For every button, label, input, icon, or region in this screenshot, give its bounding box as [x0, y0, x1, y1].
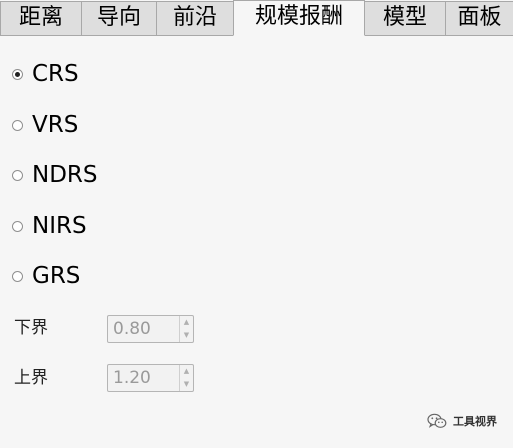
- radio-option-crs[interactable]: CRS: [12, 58, 79, 90]
- tab-frontier[interactable]: 前沿: [156, 1, 234, 35]
- wechat-icon: [427, 413, 447, 429]
- chevron-down-icon[interactable]: ▼: [180, 378, 193, 391]
- tab-distance[interactable]: 距离: [0, 1, 82, 35]
- chevron-down-icon[interactable]: ▼: [180, 329, 193, 342]
- tab-model[interactable]: 模型: [364, 1, 446, 35]
- watermark-text: 工具视界: [453, 415, 497, 428]
- radio-label-grs: GRS: [32, 263, 81, 289]
- radio-button-vrs[interactable]: [12, 119, 23, 131]
- lower-bound-spinbox[interactable]: ▲ ▼: [107, 315, 194, 343]
- upper-bound-label: 上界: [14, 368, 48, 388]
- radio-option-nirs[interactable]: NIRS: [12, 210, 87, 242]
- radio-option-vrs[interactable]: VRS: [12, 109, 78, 141]
- watermark: 工具视界: [427, 413, 497, 429]
- upper-bound-stepper[interactable]: ▲ ▼: [179, 365, 193, 391]
- tab-panel[interactable]: 面板: [445, 1, 513, 35]
- tab-bar: 距离 导向 前沿 规模报酬 模型 面板: [0, 0, 513, 36]
- radio-option-ndrs[interactable]: NDRS: [12, 159, 98, 191]
- radio-button-ndrs[interactable]: [12, 169, 23, 181]
- lower-bound-input[interactable]: [108, 316, 178, 342]
- radio-button-nirs[interactable]: [12, 220, 23, 232]
- tab-returns-to-scale[interactable]: 规模报酬: [233, 0, 365, 36]
- radio-label-crs: CRS: [32, 61, 79, 87]
- chevron-up-icon[interactable]: ▲: [180, 365, 193, 378]
- radio-button-grs[interactable]: [12, 270, 23, 282]
- upper-bound-input[interactable]: [108, 365, 178, 391]
- radio-label-vrs: VRS: [32, 112, 79, 138]
- tab-orientation[interactable]: 导向: [81, 1, 157, 35]
- radio-label-nirs: NIRS: [32, 213, 87, 239]
- radio-option-grs[interactable]: GRS: [12, 260, 80, 292]
- lower-bound-stepper[interactable]: ▲ ▼: [179, 316, 193, 342]
- radio-button-crs[interactable]: [12, 68, 23, 80]
- upper-bound-spinbox[interactable]: ▲ ▼: [107, 364, 194, 392]
- lower-bound-label: 下界: [14, 318, 48, 338]
- radio-label-ndrs: NDRS: [32, 162, 98, 188]
- chevron-up-icon[interactable]: ▲: [180, 316, 193, 329]
